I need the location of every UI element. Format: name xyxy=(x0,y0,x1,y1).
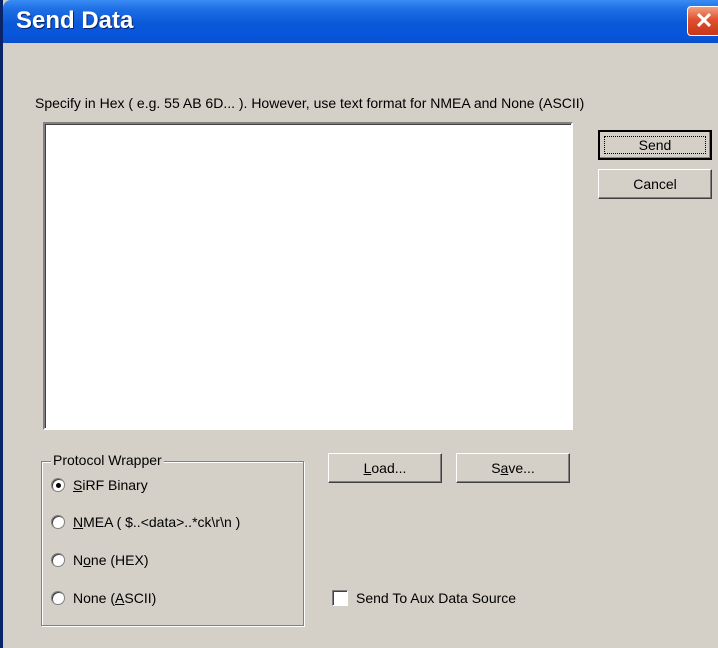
send-button[interactable]: Send xyxy=(598,130,712,160)
load-button[interactable]: Load... xyxy=(328,453,442,483)
protocol-wrapper-legend: Protocol Wrapper xyxy=(51,452,164,468)
focus-rectangle xyxy=(604,136,706,154)
send-to-aux-checkbox[interactable]: Send To Aux Data Source xyxy=(332,590,516,607)
window-title: Send Data xyxy=(16,7,134,34)
radio-button[interactable] xyxy=(51,553,65,568)
instructions-text: Specify in Hex ( e.g. 55 AB 6D... ). How… xyxy=(35,95,585,111)
cancel-button[interactable]: Cancel xyxy=(598,169,712,199)
radio-sirf-binary[interactable]: SiRF Binary xyxy=(51,477,148,493)
radio-label: None (ASCII) xyxy=(73,590,157,606)
close-icon[interactable]: ✕ xyxy=(687,6,718,36)
radio-nmea[interactable]: NMEA ( $..<data>..*ck\r\n ) xyxy=(51,514,240,530)
radio-label: SiRF Binary xyxy=(73,477,148,493)
radio-none-hex[interactable]: None (HEX) xyxy=(51,552,149,568)
title-bar[interactable]: Send Data ✕ xyxy=(3,0,718,43)
message-input[interactable] xyxy=(43,122,573,430)
radio-label: NMEA ( $..<data>..*ck\r\n ) xyxy=(73,514,241,530)
save-button-label: Save... xyxy=(491,460,535,476)
checkbox-label: Send To Aux Data Source xyxy=(356,590,517,606)
checkbox-box[interactable] xyxy=(332,590,348,607)
radio-button[interactable] xyxy=(51,478,65,493)
load-button-label: Load... xyxy=(363,460,407,476)
send-data-dialog: Send Data ✕ Specify in Hex ( e.g. 55 AB … xyxy=(0,0,718,648)
radio-label: None (HEX) xyxy=(73,552,149,568)
radio-button[interactable] xyxy=(51,591,65,606)
save-button[interactable]: Save... xyxy=(456,453,570,483)
cancel-button-label: Cancel xyxy=(633,176,677,192)
radio-button[interactable] xyxy=(51,515,65,530)
radio-none-ascii[interactable]: None (ASCII) xyxy=(51,590,156,606)
